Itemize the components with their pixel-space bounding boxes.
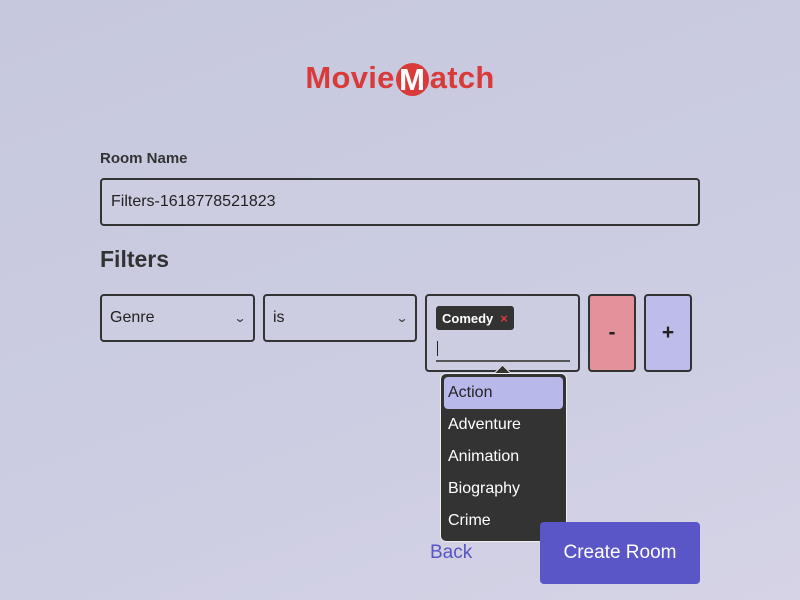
- genre-options-dropdown: Action Adventure Animation Biography Cri…: [440, 373, 567, 542]
- dropdown-option-biography[interactable]: Biography: [444, 473, 563, 505]
- remove-filter-button[interactable]: -: [588, 294, 636, 372]
- create-room-button[interactable]: Create Room: [540, 522, 700, 584]
- filter-operator-value: is: [273, 309, 285, 326]
- add-filter-button[interactable]: +: [644, 294, 692, 372]
- logo-text-prefix: Movie: [305, 60, 395, 95]
- room-name-input[interactable]: [100, 178, 700, 226]
- tag-comedy: Comedy ×: [436, 306, 514, 330]
- filters-heading: Filters: [100, 246, 170, 272]
- logo-text-suffix: atch: [429, 60, 495, 95]
- dropdown-option-animation[interactable]: Animation: [444, 441, 563, 473]
- dropdown-option-adventure[interactable]: Adventure: [444, 409, 563, 441]
- chevron-down-icon: ⌄: [395, 311, 409, 325]
- tag-search-input[interactable]: [436, 338, 570, 362]
- room-name-label: Room Name: [100, 150, 188, 167]
- dropdown-option-action[interactable]: Action: [444, 377, 563, 409]
- filter-operator-select[interactable]: is ⌄: [263, 294, 417, 342]
- filter-field-select[interactable]: Genre ⌄: [100, 294, 255, 342]
- filter-field-value: Genre: [110, 309, 155, 326]
- logo-m-badge: M: [395, 63, 429, 96]
- chevron-down-icon: ⌄: [233, 311, 247, 325]
- close-icon[interactable]: ×: [500, 311, 508, 326]
- back-link[interactable]: Back: [430, 542, 472, 564]
- tag-label: Comedy: [442, 310, 494, 326]
- app-logo: Movie Match: [0, 60, 800, 96]
- text-cursor: [437, 341, 438, 356]
- filter-value-tag-input[interactable]: Comedy ×: [425, 294, 580, 372]
